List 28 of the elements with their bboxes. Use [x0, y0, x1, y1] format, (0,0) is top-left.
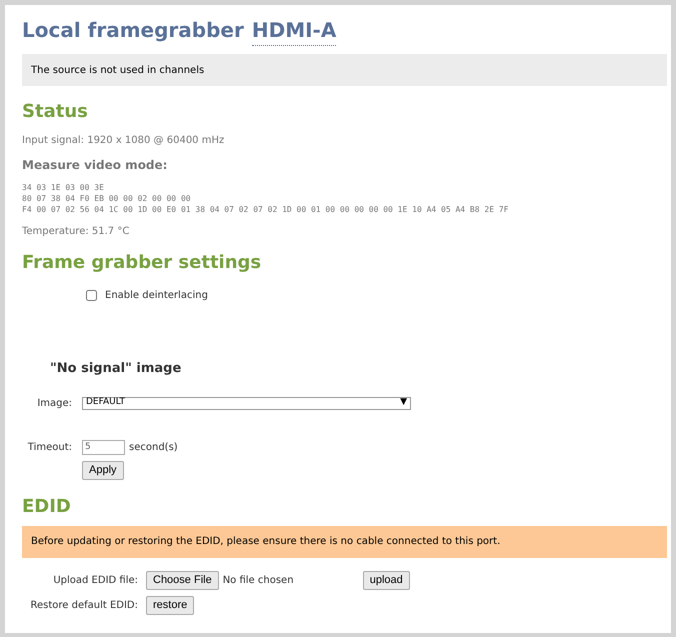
restore-button[interactable]: restore	[146, 596, 194, 614]
section-heading: Frame grabber settings	[22, 251, 262, 275]
checkbox-label: Enable deinterlacing	[105, 289, 208, 303]
apply-button[interactable]: Apply	[82, 460, 124, 480]
subheading: Measure video mode:	[22, 157, 168, 174]
temperature-text: Temperature: 51.7 °C	[22, 225, 130, 239]
section-heading: Status	[22, 100, 89, 124]
source-notice: The source is not used in channels	[22, 54, 667, 86]
unit-label: second(s)	[129, 440, 178, 454]
upload-button[interactable]: upload	[362, 570, 410, 590]
choose-file-button[interactable]: Choose File	[146, 570, 219, 590]
subheading: "No signal" image	[50, 360, 182, 378]
timeout-field[interactable]: 5	[82, 440, 125, 454]
field-label: Restore default EDID:	[29, 598, 139, 612]
input-signal-text: Input signal: 1920 x 1080 @ 60400 mHz	[22, 134, 226, 148]
field-label: Timeout:	[26, 440, 73, 454]
page-title: Local framegrabber	[22, 17, 244, 44]
hex-line: 34 03 1E 03 00 3E	[22, 182, 105, 193]
image-select[interactable]: DEFAULT ▼	[82, 396, 411, 410]
hex-line: F4 00 07 02 56 04 1C 00 1D 00 E0 01 38 04 07 02 07 02 1D 00 01 00 00 00 00 00 1E 10 A4 05 A4 B8 2E 7F	[22, 204, 510, 215]
hex-line: 80 07 38 04 F0 EB 00 00 02 00 00 00	[22, 193, 192, 204]
source-link[interactable]: HDMI-A	[252, 15, 336, 46]
warning-banner: Before updating or restoring the EDID, please ensure there is no cable connected to this port.	[22, 526, 667, 558]
deinterlacing-checkbox[interactable]	[86, 290, 97, 301]
file-status-text: No file chosen	[222, 574, 295, 588]
field-label: Upload EDID file:	[52, 574, 139, 588]
field-label: Image:	[36, 396, 73, 410]
section-heading: EDID	[22, 494, 72, 518]
